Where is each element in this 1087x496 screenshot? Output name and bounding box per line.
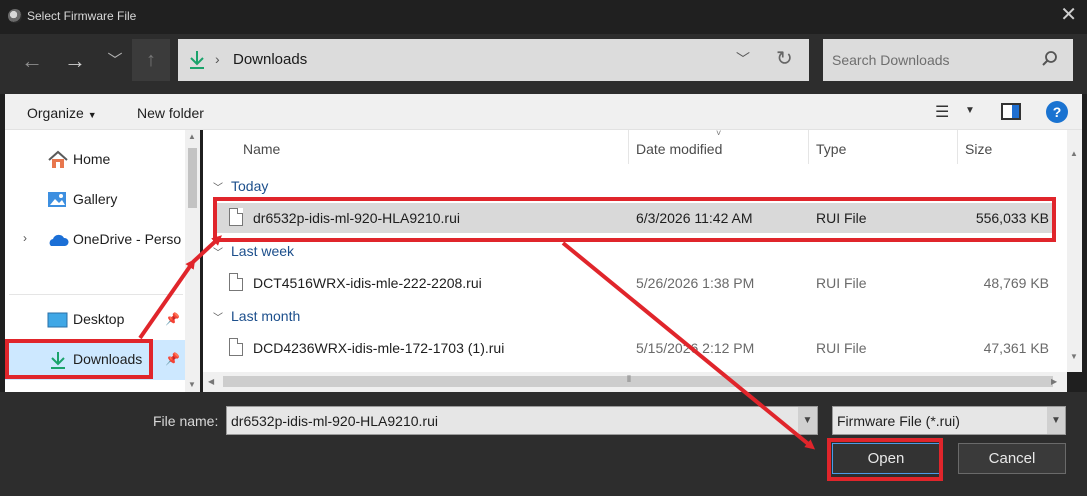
nav-item-home[interactable]: Home	[5, 140, 187, 180]
command-bar: Organize ▼ New folder ☰ ▼ ?	[5, 94, 1082, 130]
collapse-chevron-icon: ﹀	[213, 183, 223, 194]
app-logo-icon	[8, 9, 22, 23]
group-header-last-week[interactable]: ﹀ Last week	[213, 243, 294, 259]
search-icon	[1042, 51, 1057, 66]
new-folder-button[interactable]: New folder	[137, 105, 204, 121]
nav-divider	[9, 294, 183, 295]
scrollbar-thumb[interactable]	[223, 376, 1053, 387]
column-separator[interactable]	[628, 130, 629, 164]
collapse-chevron-icon: ﹀	[213, 313, 223, 324]
file-size: 47,361 KB	[983, 340, 1049, 356]
file-type-filter-select[interactable]: Firmware File (*.rui) ▼	[832, 406, 1066, 435]
file-list-horizontal-scrollbar[interactable]: ◀ ⦀ ▶	[203, 372, 1067, 392]
scroll-down-icon[interactable]: ▼	[188, 380, 196, 389]
filter-dropdown-icon[interactable]: ▼	[1047, 407, 1065, 434]
file-icon	[229, 338, 243, 356]
scrollbar-grip-icon: ⦀	[627, 374, 631, 384]
view-dropdown-icon[interactable]: ▼	[965, 105, 975, 116]
view-options-icon[interactable]: ☰	[935, 102, 949, 122]
nav-item-gallery[interactable]: Gallery	[5, 180, 187, 220]
recent-locations-chevron-icon[interactable]: ﹀	[100, 46, 130, 76]
onedrive-icon	[49, 234, 69, 246]
scroll-right-icon[interactable]: ▶	[1051, 377, 1057, 386]
annotation-highlight-downloads	[5, 339, 153, 379]
column-header-name[interactable]: Name	[243, 141, 280, 157]
expand-chevron-icon[interactable]: ›	[23, 231, 27, 245]
file-date: 5/26/2026 1:38 PM	[636, 275, 755, 291]
annotation-highlight-file-row	[213, 197, 1056, 242]
cancel-button[interactable]: Cancel	[958, 443, 1066, 474]
column-separator[interactable]	[957, 130, 958, 164]
back-arrow-icon[interactable]: ←	[17, 46, 47, 76]
title-bar: Select Firmware File ✕	[0, 0, 1087, 34]
forward-arrow-icon[interactable]: →	[60, 46, 90, 76]
pin-icon[interactable]: 📌	[165, 312, 180, 326]
file-date: 5/15/2026 2:12 PM	[636, 340, 755, 356]
group-label: Last month	[231, 308, 301, 324]
table-row[interactable]: DCT4516WRX-idis-mle-222-2208.rui 5/26/20…	[213, 268, 1053, 298]
file-type: RUI File	[816, 275, 867, 291]
collapse-chevron-icon: ﹀	[213, 248, 223, 259]
search-box[interactable]: Search Downloads	[823, 39, 1073, 81]
file-list-vertical-scrollbar[interactable]: ▲ ▼	[1067, 130, 1082, 372]
scrollbar-thumb[interactable]	[188, 148, 197, 208]
breadcrumb-downloads[interactable]: Downloads	[233, 51, 307, 68]
file-name: DCD4236WRX-idis-mle-172-1703 (1).rui	[253, 340, 505, 356]
file-type-filter-value: Firmware File (*.rui)	[837, 413, 960, 429]
window-title: Select Firmware File	[27, 9, 137, 23]
sort-indicator-icon: ˅	[716, 128, 722, 138]
organize-label: Organize	[27, 105, 84, 121]
file-name: DCT4516WRX-idis-mle-222-2208.rui	[253, 275, 482, 291]
nav-item-label: OneDrive - Perso	[73, 231, 182, 247]
column-separator[interactable]	[808, 130, 809, 164]
desktop-icon	[47, 312, 68, 328]
file-size: 48,769 KB	[983, 275, 1049, 291]
dropdown-arrow-icon: ▼	[87, 110, 97, 120]
file-name-input[interactable]	[226, 406, 818, 435]
column-header-date[interactable]: Date modified	[636, 141, 722, 157]
group-header-today[interactable]: ﹀ Today	[213, 178, 268, 194]
nav-item-label: Gallery	[73, 191, 118, 207]
gallery-icon	[48, 192, 66, 207]
address-dropdown-icon[interactable]: ﹀	[736, 49, 750, 69]
annotation-highlight-open	[827, 438, 943, 481]
scroll-up-icon[interactable]: ▲	[188, 132, 196, 141]
group-label: Today	[231, 178, 269, 194]
scroll-left-icon[interactable]: ◀	[208, 377, 214, 386]
pin-icon[interactable]: 📌	[165, 352, 180, 366]
close-icon[interactable]: ✕	[1060, 5, 1077, 25]
navigation-bar: ← → ﹀ ↑ › Downloads ﹀ ↻ Search Downloads	[0, 34, 1087, 94]
preview-pane-icon[interactable]	[1001, 103, 1021, 120]
nav-item-label: Home	[73, 151, 111, 167]
refresh-icon[interactable]: ↻	[776, 46, 793, 71]
file-name-label: File name:	[153, 413, 219, 429]
downloads-icon	[190, 51, 204, 69]
address-bar[interactable]: › Downloads ﹀ ↻	[178, 39, 809, 81]
file-name-dropdown-icon[interactable]: ▼	[798, 407, 817, 434]
group-header-last-month[interactable]: ﹀ Last month	[213, 308, 300, 324]
scroll-up-icon[interactable]: ▲	[1070, 149, 1078, 158]
scroll-down-icon[interactable]: ▼	[1070, 352, 1078, 361]
table-row[interactable]: DCD4236WRX-idis-mle-172-1703 (1).rui 5/1…	[213, 333, 1053, 363]
organize-menu-button[interactable]: Organize ▼	[27, 105, 97, 121]
breadcrumb-separator-icon: ›	[215, 51, 220, 67]
column-header-type[interactable]: Type	[816, 141, 846, 157]
nav-pane-scrollbar[interactable]: ▲ ▼	[185, 130, 200, 392]
column-header-size[interactable]: Size	[965, 141, 992, 157]
up-arrow-icon[interactable]: ↑	[132, 39, 170, 81]
file-type: RUI File	[816, 340, 867, 356]
file-list: ˅ Name Date modified Type Size ﹀ Today dr…	[203, 128, 1067, 372]
nav-item-onedrive[interactable]: › OneDrive - Perso	[5, 220, 187, 260]
file-icon	[229, 273, 243, 291]
nav-item-desktop[interactable]: Desktop 📌	[5, 300, 187, 340]
search-placeholder: Search Downloads	[832, 52, 950, 68]
nav-item-label: Desktop	[73, 311, 125, 327]
help-icon[interactable]: ?	[1046, 101, 1068, 123]
group-label: Last week	[231, 243, 295, 259]
home-icon	[48, 150, 68, 168]
